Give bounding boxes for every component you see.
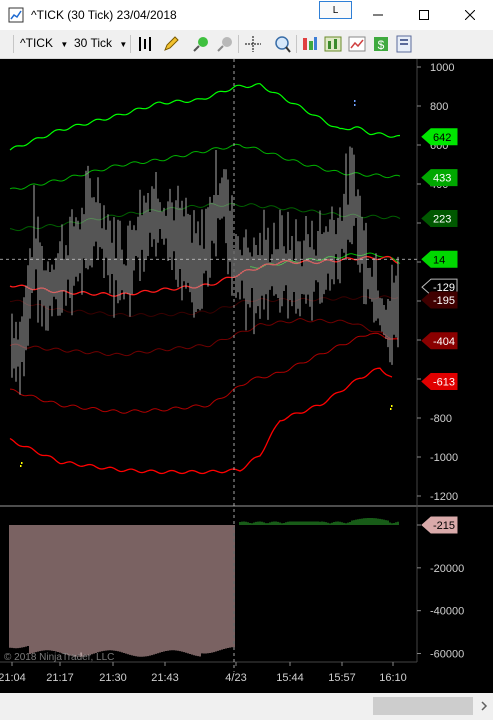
toolbar-separator	[238, 35, 239, 53]
chevron-down-icon: ▼	[60, 40, 69, 49]
signal-dot	[354, 104, 356, 106]
bar-type-icon[interactable]	[136, 35, 154, 53]
chart-app-icon	[8, 7, 24, 23]
toolbar-separator	[130, 35, 131, 53]
pencil-draw-icon[interactable]	[162, 35, 180, 53]
price-axis-label: -800	[430, 413, 452, 425]
svg-text:$: $	[378, 38, 385, 52]
signal-dot	[354, 100, 356, 102]
indicators-icon[interactable]	[301, 35, 319, 53]
svg-text:14: 14	[433, 254, 445, 266]
title-bar: ^TICK (30 Tick) 23/04/2018 L	[0, 0, 493, 30]
toolbar-separator	[13, 35, 14, 53]
chart-style-icon[interactable]	[348, 35, 366, 53]
time-axis-label: 21:43	[151, 672, 179, 684]
interval-label: 30 Tick	[74, 36, 113, 50]
price-axis-label: -1200	[430, 491, 458, 503]
chevron-down-icon: ▼	[119, 40, 128, 49]
signal-dot	[21, 462, 23, 464]
properties-icon[interactable]	[395, 35, 413, 53]
instrument-label: ^TICK	[20, 36, 53, 50]
money-icon[interactable]: $	[372, 35, 390, 53]
svg-text:-215: -215	[433, 520, 455, 532]
interval-dropdown[interactable]: 30 Tick ▼	[74, 36, 127, 50]
svg-text:-195: -195	[433, 295, 455, 307]
maximize-icon	[419, 10, 429, 20]
crosshair-icon[interactable]	[244, 35, 262, 53]
chevron-right-icon[interactable]	[479, 701, 489, 711]
magnifier-icon[interactable]	[273, 35, 291, 53]
signal-dot	[390, 408, 392, 410]
scrollbar-thumb[interactable]	[373, 697, 473, 715]
time-axis-label: 15:44	[276, 672, 304, 684]
maximize-button[interactable]	[401, 0, 447, 30]
close-button[interactable]	[447, 0, 493, 30]
time-axis-label: 15:57	[328, 672, 356, 684]
instrument-dropdown[interactable]: ^TICK ▼	[20, 36, 68, 50]
volume-axis-label: -20000	[430, 563, 464, 575]
signal-dot	[20, 465, 22, 467]
window-title: ^TICK (30 Tick) 23/04/2018	[31, 8, 177, 22]
toolbar-separator	[296, 35, 297, 53]
svg-text:223: 223	[433, 214, 451, 226]
svg-text:642: 642	[433, 132, 451, 144]
signal-dot	[391, 405, 393, 407]
zoom-out-icon[interactable]	[216, 35, 234, 53]
time-axis-label: 16:10	[379, 672, 407, 684]
volume-axis-label: -40000	[430, 606, 464, 618]
minimize-button[interactable]	[355, 0, 401, 30]
svg-text:-613: -613	[433, 377, 455, 389]
time-axis-label: 21:04	[0, 672, 26, 684]
time-axis-label: 21:30	[99, 672, 127, 684]
link-button[interactable]: L	[319, 1, 352, 19]
strategies-icon[interactable]	[324, 35, 342, 53]
price-chart[interactable]: 10008006004002000-200-400-600-800-1000-1…	[0, 59, 493, 693]
minimize-icon	[373, 14, 383, 16]
price-axis-label: 1000	[430, 62, 454, 74]
copyright-text: © 2018 NinjaTrader, LLC	[4, 652, 114, 663]
horizontal-scrollbar[interactable]	[0, 693, 493, 720]
volume-axis-label: -60000	[430, 649, 464, 661]
svg-text:-404: -404	[433, 336, 455, 348]
price-axis-label: 800	[430, 101, 448, 113]
price-axis-label: -1000	[430, 452, 458, 464]
time-axis-label: 21:17	[46, 672, 74, 684]
zoom-in-icon[interactable]	[192, 35, 210, 53]
chart-toolbar: ^TICK ▼ 30 Tick ▼ $	[0, 30, 493, 59]
time-axis-label: 4/23	[225, 672, 246, 684]
close-icon	[465, 10, 475, 20]
svg-text:433: 433	[433, 173, 451, 185]
